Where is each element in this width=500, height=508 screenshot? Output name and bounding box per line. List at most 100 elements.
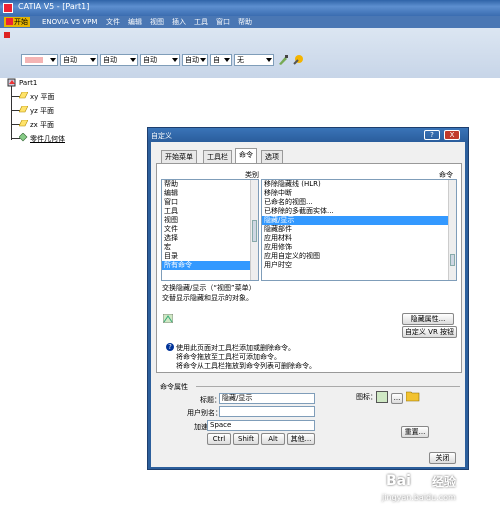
menu-bar: 开始 ENOVIA V5 VPM 文件 编辑 视图 插入 工具 窗口 帮助 xyxy=(0,16,500,28)
commands-scrollbar[interactable] xyxy=(448,180,456,280)
part-body-icon xyxy=(18,132,28,142)
category-item[interactable]: 所有命令 xyxy=(162,261,258,270)
title-field[interactable]: 隐藏/显示 xyxy=(219,393,315,404)
ctrl-key-button[interactable]: Ctrl xyxy=(207,433,231,445)
category-item[interactable]: 帮助 xyxy=(162,180,258,189)
properties-svg xyxy=(293,55,303,65)
layer-combo-c[interactable]: 无 xyxy=(234,54,274,66)
title-bar: CATIA V5 - [Part1] xyxy=(0,0,500,16)
category-item[interactable]: 目录 xyxy=(162,252,258,261)
close-button[interactable]: 关闭 xyxy=(429,452,456,464)
dialog-title-bar: 自定义 ? X xyxy=(148,128,468,142)
tab-commands[interactable]: 命令 xyxy=(235,148,257,164)
point-type-combo[interactable]: 自动 xyxy=(140,54,180,66)
chevron-down-icon xyxy=(90,58,96,62)
plane-icon xyxy=(18,119,29,127)
baidu-watermark: Bai 经验 jingyan.baidu.com xyxy=(378,469,500,508)
reset-button[interactable]: 重置... xyxy=(401,426,429,438)
hint-line3: 将命令从工具栏拖放到命令列表可删除命令。 xyxy=(176,362,316,370)
command-item[interactable]: 移除隐藏线 (HLR) xyxy=(262,180,456,189)
menu-enovia[interactable]: ENOVIA V5 VPM xyxy=(40,17,99,27)
customize-vr-button[interactable]: 自定义 VR 按钮 xyxy=(402,326,457,338)
commands-list[interactable]: 移除隐藏线 (HLR) 移除中断 已命名的视图... 已移除的多截面实体... 隐藏/显… xyxy=(261,179,457,281)
paintbrush-icon[interactable] xyxy=(277,54,289,66)
tree-item-zx[interactable]: zx 平面 xyxy=(30,120,54,130)
alias-field[interactable] xyxy=(219,406,315,417)
command-item[interactable]: 应用自定义的视图 xyxy=(262,252,456,261)
command-item[interactable]: 应用修饰 xyxy=(262,243,456,252)
accelerator-field[interactable]: Space xyxy=(207,420,315,431)
menu-file[interactable]: 文件 xyxy=(104,17,122,27)
toolbar-marker-icon xyxy=(4,32,10,38)
icon-browse-button[interactable]: ... xyxy=(391,393,403,404)
paintbrush-svg xyxy=(279,55,288,65)
tree-item-yz[interactable]: yz 平面 xyxy=(30,106,54,116)
fill-color-combo[interactable] xyxy=(21,54,58,66)
plane-icon xyxy=(18,105,29,113)
divider xyxy=(196,386,460,387)
command-item[interactable]: 移除中断 xyxy=(262,189,456,198)
command-item[interactable]: 隐藏/显示 xyxy=(262,216,456,225)
properties-icon[interactable] xyxy=(292,53,304,65)
dialog-title: 自定义 xyxy=(151,132,172,140)
command-item[interactable]: 用户时空 xyxy=(262,261,456,270)
category-item[interactable]: 宏 xyxy=(162,243,258,252)
line-thickness-combo[interactable]: 自动 xyxy=(100,54,138,66)
command-description-line2: 交替显示隐藏和显示的对象。 xyxy=(162,294,253,302)
categories-list[interactable]: 帮助 编辑 窗口 工具 视图 文件 选择宏目录 所有命令 xyxy=(161,179,259,281)
tab-toolbars[interactable]: 工具栏 xyxy=(203,150,232,163)
shift-key-button[interactable]: Shift xyxy=(233,433,259,445)
question-icon: ? xyxy=(166,343,174,351)
customize-dialog: 自定义 ? X 开始菜单 工具栏 命令 选项 类别 命令 帮助 编辑 窗口 工具 视图文… xyxy=(147,127,469,470)
other-keys-button[interactable]: 其他... xyxy=(287,433,315,445)
help-button[interactable]: ? xyxy=(424,130,440,140)
tree-root-label[interactable]: Part1 xyxy=(19,79,37,87)
plane-icon xyxy=(18,91,29,99)
categories-scrollbar[interactable] xyxy=(250,180,258,280)
line-type-combo[interactable]: 自动 xyxy=(60,54,98,66)
scroll-thumb[interactable] xyxy=(450,254,455,266)
categories-items: 帮助 编辑 窗口 工具 视图 文件 选择宏目录 所有命令 xyxy=(162,180,258,270)
hide-properties-button[interactable]: 隐藏属性... xyxy=(402,313,454,325)
category-item[interactable]: 文件 xyxy=(162,225,258,234)
layer-combo-a[interactable]: 自动 xyxy=(182,54,208,66)
chevron-down-icon xyxy=(172,58,178,62)
title-label: 标题： xyxy=(200,396,221,404)
folder-icon[interactable] xyxy=(405,390,420,402)
command-item[interactable]: 应用材料 xyxy=(262,234,456,243)
menu-edit[interactable]: 编辑 xyxy=(126,17,144,27)
tab-start-menu[interactable]: 开始菜单 xyxy=(161,150,197,163)
tree-item-partbody[interactable]: 零件几何体 xyxy=(30,134,65,144)
watermark-brand2: 经验 xyxy=(432,475,457,489)
menu-view[interactable]: 视图 xyxy=(148,17,166,27)
menu-help[interactable]: 帮助 xyxy=(236,17,254,27)
menu-window[interactable]: 窗口 xyxy=(214,17,232,27)
category-item[interactable]: 视图 xyxy=(162,216,258,225)
chevron-down-icon xyxy=(50,58,56,62)
paw-icon xyxy=(414,472,428,486)
menu-insert[interactable]: 插入 xyxy=(170,17,188,27)
category-item[interactable]: 窗口 xyxy=(162,198,258,207)
part-icon[interactable] xyxy=(7,78,16,87)
alt-key-button[interactable]: Alt xyxy=(261,433,285,445)
catia-app-icon xyxy=(3,3,13,13)
layer-combo-b[interactable]: 自 xyxy=(210,54,232,66)
commands-items: 移除隐藏线 (HLR) 移除中断 已命名的视图... 已移除的多截面实体... 隐藏/显… xyxy=(262,180,456,270)
current-icon-preview[interactable] xyxy=(376,391,388,403)
command-description-line1: 交换隐藏/显示（“视图”菜单） xyxy=(162,284,256,292)
tab-options[interactable]: 选项 xyxy=(261,150,283,163)
category-item[interactable]: 编辑 xyxy=(162,189,258,198)
command-item[interactable]: 已移除的多截面实体... xyxy=(262,207,456,216)
dialog-body: 开始菜单 工具栏 命令 选项 类别 命令 帮助 编辑 窗口 工具 视图 文件 选择宏目录 所有… xyxy=(151,142,465,467)
command-properties-header: 命令属性 xyxy=(160,383,188,391)
command-item[interactable]: 已命名的视图... xyxy=(262,198,456,207)
scroll-thumb[interactable] xyxy=(252,220,257,242)
menu-start[interactable]: 开始 xyxy=(4,17,30,27)
window-title: CATIA V5 - [Part1] xyxy=(18,2,90,11)
command-item[interactable]: 隐藏部件 xyxy=(262,225,456,234)
category-item[interactable]: 选择 xyxy=(162,234,258,243)
menu-tools[interactable]: 工具 xyxy=(192,17,210,27)
close-icon[interactable]: X xyxy=(444,130,460,140)
tree-item-xy[interactable]: xy 平面 xyxy=(30,92,55,102)
category-item[interactable]: 工具 xyxy=(162,207,258,216)
